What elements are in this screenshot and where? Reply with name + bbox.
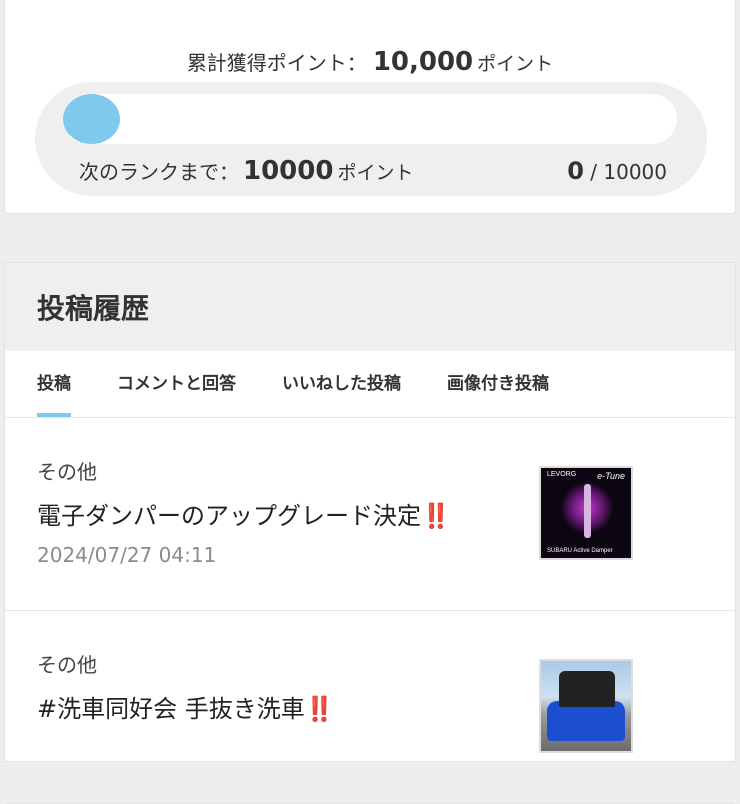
points-card: 累計獲得ポイント： 10,000 ポイント 次のランクまで： 10000 ポイント 0 … bbox=[4, 0, 736, 214]
post-title[interactable]: 電子ダンパーのアップグレード決定‼️ bbox=[37, 496, 451, 531]
damper-image bbox=[584, 484, 591, 538]
total-points-label: 累計獲得ポイント： bbox=[186, 51, 367, 75]
post-thumbnail[interactable]: LEVORG e-Tune SUBARU Active Damper bbox=[539, 466, 633, 560]
tab-liked-posts[interactable]: いいねした投稿 bbox=[282, 351, 401, 417]
post-title[interactable]: #洗車同好会 手抜き洗車‼️ bbox=[37, 689, 335, 724]
double-exclamation-icon: ‼️ bbox=[304, 695, 335, 723]
progress-current: 0 bbox=[567, 157, 584, 185]
thumbnail-caption-bottom: SUBARU Active Damper bbox=[547, 548, 613, 554]
rank-progress-panel: 次のランクまで： 10000 ポイント 0 / 10000 bbox=[35, 82, 707, 196]
next-rank-value: 10000 bbox=[243, 156, 334, 186]
progress-max: 10000 bbox=[603, 160, 667, 184]
post-category: その他 bbox=[37, 460, 97, 484]
progress-separator: / bbox=[590, 160, 598, 184]
history-tabs: 投稿 コメントと回答 いいねした投稿 画像付き投稿 bbox=[5, 351, 735, 418]
progress-ratio: 0 / 10000 bbox=[567, 154, 667, 189]
tab-posts[interactable]: 投稿 bbox=[37, 351, 71, 417]
tab-comments-answers[interactable]: コメントと回答 bbox=[117, 351, 236, 417]
post-item[interactable]: その他 電子ダンパーのアップグレード決定‼️ 2024/07/27 04:11 … bbox=[5, 418, 735, 611]
total-points-line: 累計獲得ポイント： 10,000 ポイント bbox=[5, 44, 735, 82]
next-rank-line: 次のランクまで： 10000 ポイント bbox=[79, 154, 413, 190]
post-history-title: 投稿履歴 bbox=[5, 263, 735, 351]
post-item[interactable]: その他 #洗車同好会 手抜き洗車‼️ bbox=[5, 611, 735, 804]
next-rank-label: 次のランクまで： bbox=[79, 160, 239, 184]
next-rank-unit: ポイント bbox=[337, 162, 414, 184]
car-hood-image bbox=[559, 671, 615, 707]
tab-image-posts[interactable]: 画像付き投稿 bbox=[447, 351, 549, 417]
total-points-unit: ポイント bbox=[477, 53, 554, 75]
post-title-text: 電子ダンパーのアップグレード決定 bbox=[37, 502, 421, 530]
car-image bbox=[547, 701, 625, 741]
thumbnail-caption-top-left: LEVORG bbox=[547, 471, 577, 478]
post-date: 2024/07/27 04:11 bbox=[37, 543, 217, 567]
post-thumbnail[interactable] bbox=[539, 659, 633, 753]
double-exclamation-icon: ‼️ bbox=[421, 502, 451, 530]
thumbnail-caption-top-right: e-Tune bbox=[597, 471, 625, 481]
post-category: その他 bbox=[37, 653, 97, 677]
post-title-text: #洗車同好会 手抜き洗車 bbox=[37, 695, 305, 723]
post-history-card: 投稿履歴 投稿 コメントと回答 いいねした投稿 画像付き投稿 その他 電子ダンパ… bbox=[4, 262, 736, 804]
total-points-value: 10,000 bbox=[372, 47, 474, 77]
progress-bar-fill bbox=[63, 94, 120, 144]
progress-bar-track bbox=[63, 94, 677, 144]
